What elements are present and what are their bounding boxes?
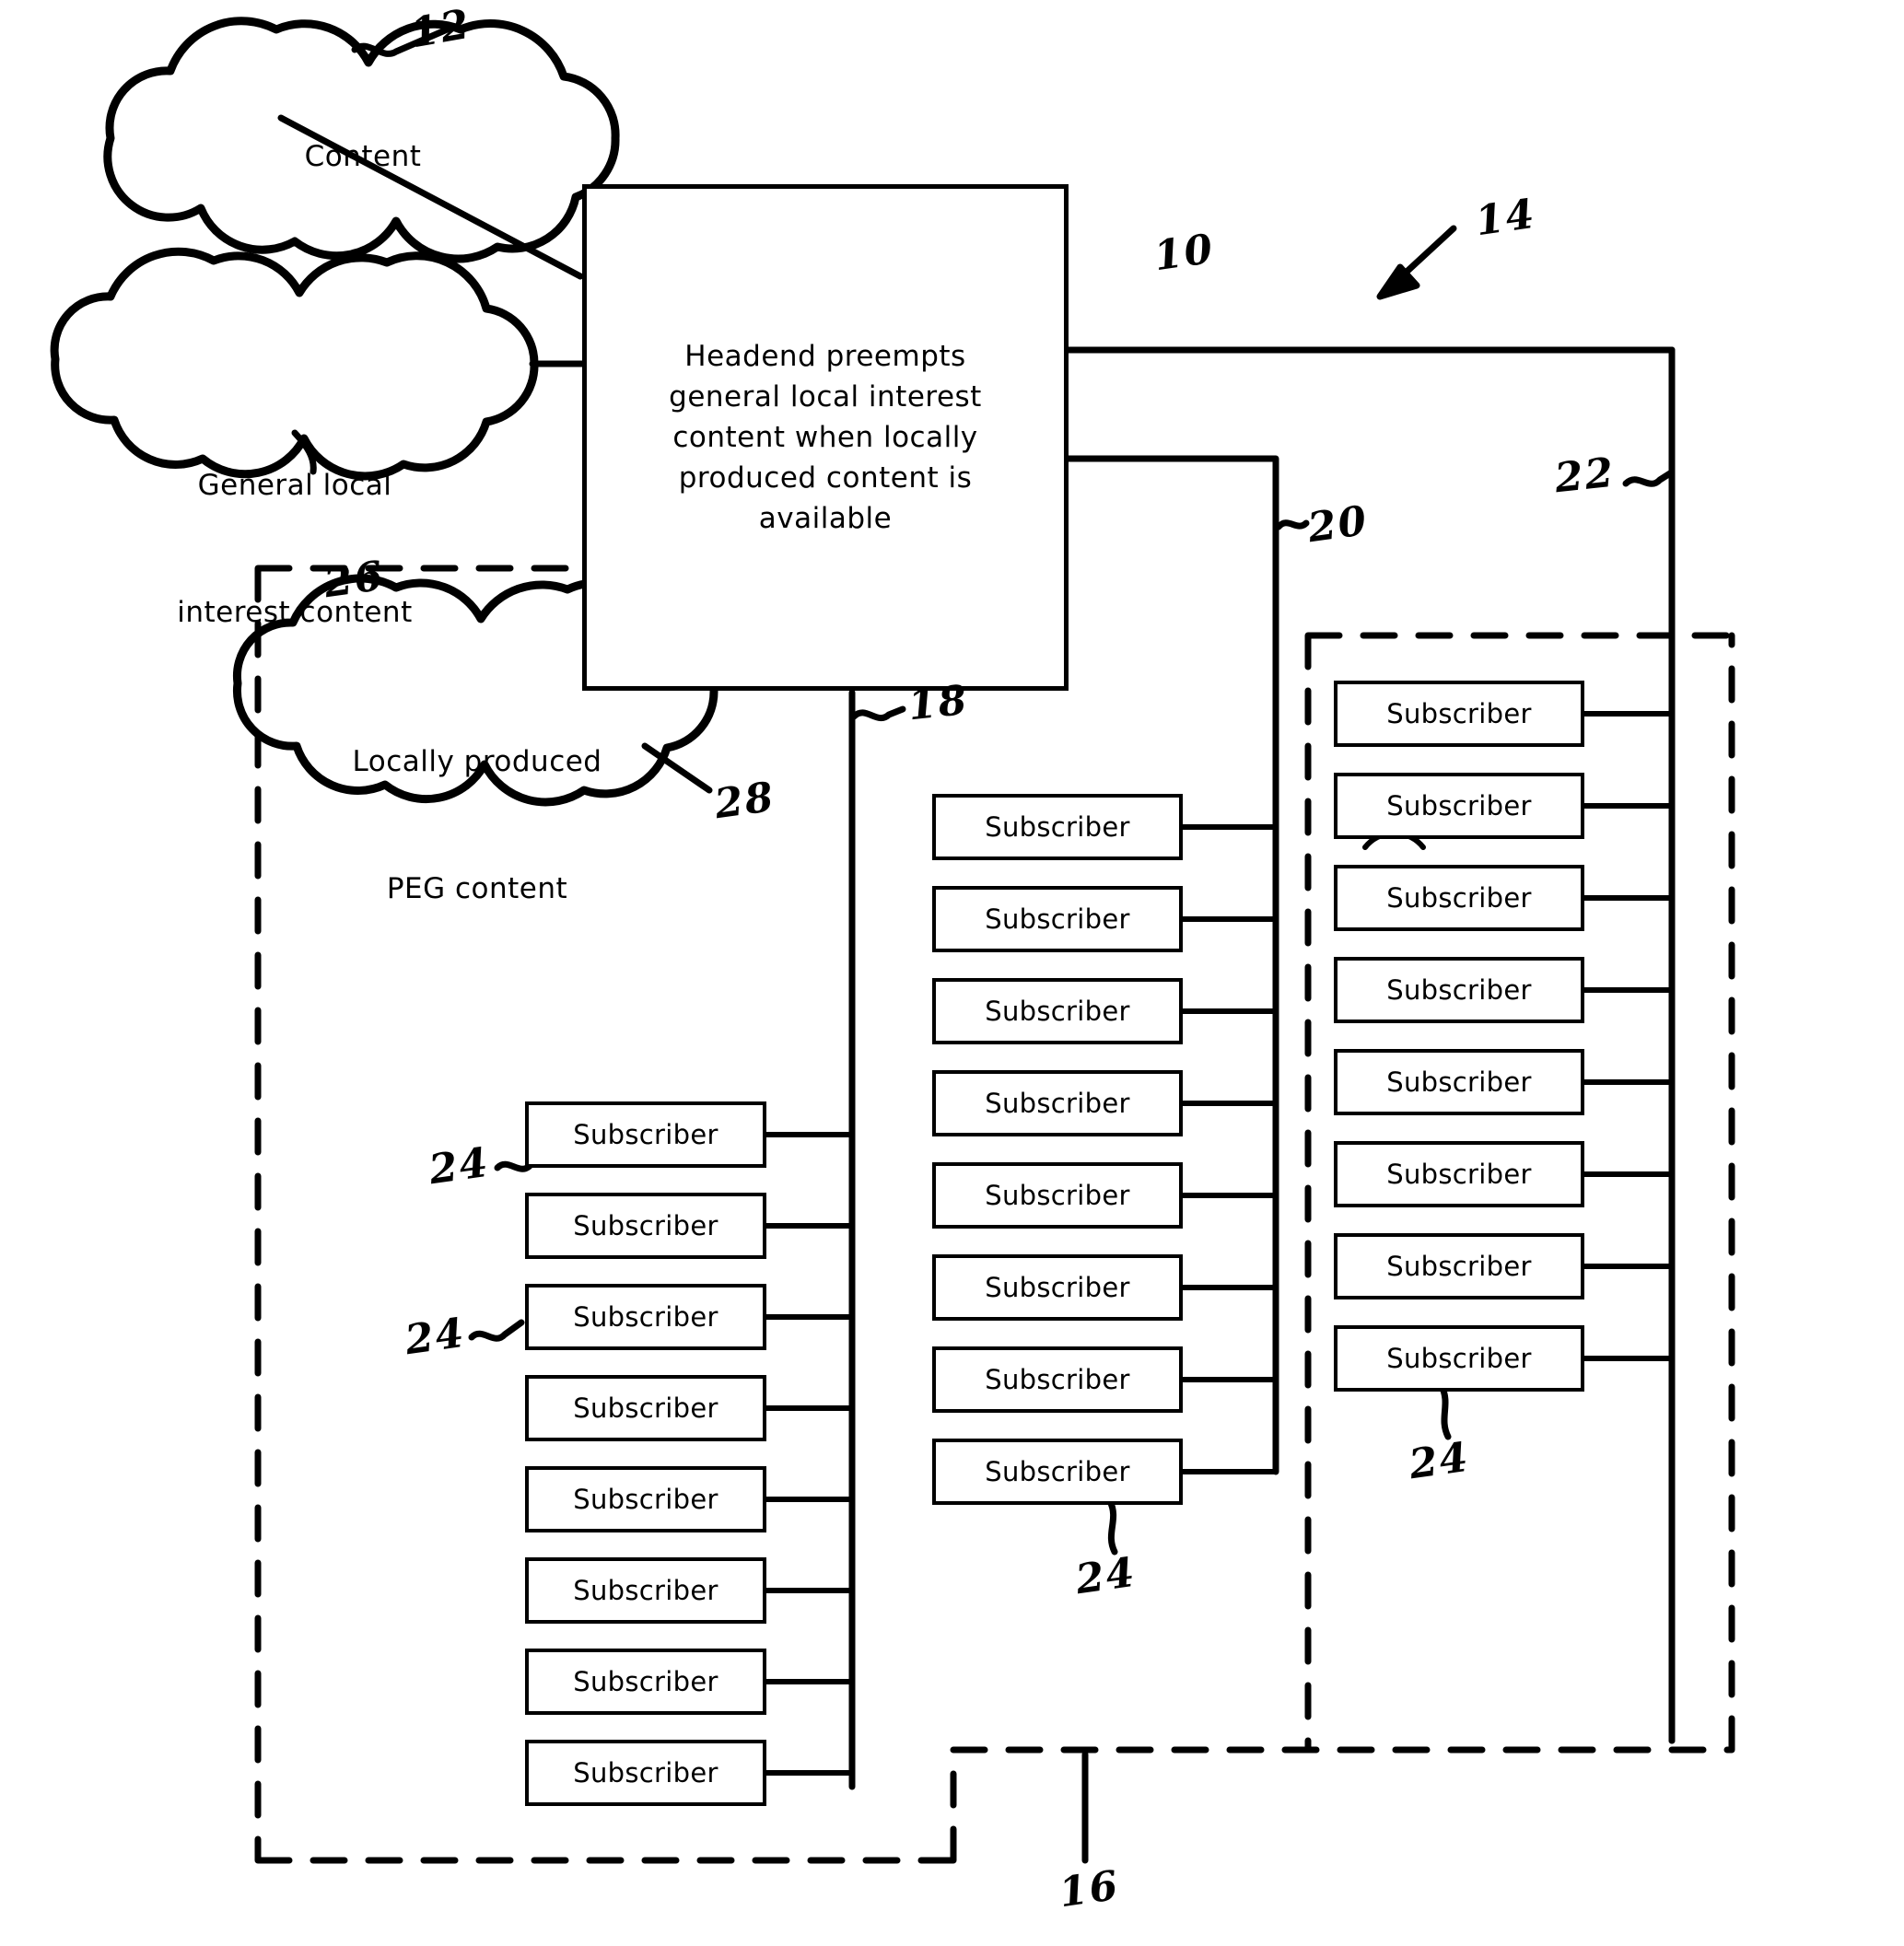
- middle-subscriber-6[interactable]: Subscriber: [932, 1254, 1183, 1321]
- left-subscriber-3[interactable]: Subscriber: [525, 1284, 766, 1350]
- ref-numeral-24-left-2: 24: [402, 1309, 469, 1365]
- middle-subscriber-1[interactable]: Subscriber: [932, 794, 1183, 860]
- ref-24-right-leader: [1438, 1382, 1452, 1440]
- subscriber-label: Subscriber: [573, 1666, 718, 1697]
- right-subscriber-7[interactable]: Subscriber: [1334, 1233, 1584, 1299]
- ref-numeral-20: 20: [1304, 496, 1372, 553]
- right-subscriber-1[interactable]: Subscriber: [1334, 681, 1584, 747]
- headend-line-4: produced content is: [678, 461, 973, 495]
- right-subscriber-4[interactable]: Subscriber: [1334, 957, 1584, 1023]
- left-subscriber-5[interactable]: Subscriber: [525, 1466, 766, 1532]
- middle-subscriber-3[interactable]: Subscriber: [932, 978, 1183, 1044]
- middle-subscriber-2[interactable]: Subscriber: [932, 886, 1183, 952]
- subscriber-label: Subscriber: [1386, 882, 1532, 914]
- right-subscriber-6[interactable]: Subscriber: [1334, 1141, 1584, 1207]
- subscriber-label: Subscriber: [1386, 1251, 1532, 1282]
- left-subscriber-2[interactable]: Subscriber: [525, 1193, 766, 1259]
- middle-subscriber-7[interactable]: Subscriber: [932, 1346, 1183, 1413]
- ref-numeral-24-left-1: 24: [426, 1138, 493, 1194]
- ref-numeral-24-right: 24: [1406, 1433, 1473, 1489]
- subscriber-label: Subscriber: [573, 1484, 718, 1515]
- left-subscriber-7[interactable]: Subscriber: [525, 1649, 766, 1715]
- subscriber-label: Subscriber: [985, 811, 1130, 843]
- subscriber-label: Subscriber: [1386, 790, 1532, 822]
- subscriber-label: Subscriber: [985, 1088, 1130, 1119]
- right-subscriber-5[interactable]: Subscriber: [1334, 1049, 1584, 1115]
- peg-cloud-label-line2: PEG content: [386, 872, 568, 905]
- subscriber-label: Subscriber: [1386, 698, 1532, 729]
- ref-numeral-24-middle: 24: [1072, 1548, 1139, 1604]
- left-subscriber-6[interactable]: Subscriber: [525, 1557, 766, 1624]
- subscriber-label: Subscriber: [985, 903, 1130, 935]
- ref-numeral-28: 28: [711, 773, 778, 829]
- subscriber-label: Subscriber: [985, 1364, 1130, 1395]
- ref-numeral-26: 26: [321, 552, 388, 608]
- subscriber-label: Subscriber: [985, 1456, 1130, 1487]
- right-subscriber-8[interactable]: Subscriber: [1334, 1325, 1584, 1392]
- subscriber-label: Subscriber: [985, 1272, 1130, 1303]
- subscriber-label: Subscriber: [1386, 1159, 1532, 1190]
- ref-24-mid-leader: [1106, 1497, 1118, 1556]
- ref-numeral-14: 14: [1472, 190, 1539, 246]
- headend-box-text: Headend preempts general local interest …: [609, 336, 1042, 539]
- subscriber-label: Subscriber: [985, 1180, 1130, 1211]
- subscriber-label: Subscriber: [573, 1119, 718, 1150]
- figure-canvas: Headend preempts general local interest …: [0, 0, 1904, 1946]
- subscriber-label: Subscriber: [573, 1392, 718, 1424]
- headend-line-2: general local interest: [669, 380, 982, 414]
- left-subscriber-1[interactable]: Subscriber: [525, 1101, 766, 1168]
- subscriber-label: Subscriber: [1386, 974, 1532, 1006]
- left-subscriber-4[interactable]: Subscriber: [525, 1375, 766, 1441]
- subscriber-label: Subscriber: [573, 1575, 718, 1606]
- headend-line-1: Headend preempts: [684, 340, 966, 373]
- middle-subscriber-5[interactable]: Subscriber: [932, 1162, 1183, 1229]
- ref-numeral-10: 10: [1151, 225, 1218, 281]
- ref-24-left-leader-2: [468, 1319, 525, 1342]
- headend-box[interactable]: Headend preempts general local interest …: [582, 184, 1069, 691]
- ref-numeral-22: 22: [1552, 449, 1618, 503]
- middle-subscriber-8[interactable]: Subscriber: [932, 1439, 1183, 1505]
- headend-line-5: available: [758, 502, 893, 535]
- subscriber-label: Subscriber: [573, 1210, 718, 1241]
- ref-20-leader: [1275, 519, 1310, 530]
- subscriber-label: Subscriber: [573, 1301, 718, 1333]
- subscriber-label: Subscriber: [573, 1757, 718, 1789]
- general-cloud-label-line2: interest content: [177, 596, 413, 629]
- peg-cloud-label: Locally produced PEG content: [284, 656, 671, 995]
- ref-22-leader: [1622, 470, 1674, 487]
- middle-subscriber-4[interactable]: Subscriber: [932, 1070, 1183, 1136]
- general-cloud-label-line1: General local: [197, 469, 392, 502]
- subscriber-label: Subscriber: [985, 996, 1130, 1027]
- subscriber-label: Subscriber: [1386, 1343, 1532, 1374]
- subscriber-label: Subscriber: [1386, 1066, 1532, 1098]
- headend-line-3: content when locally: [672, 421, 978, 454]
- left-subscriber-8[interactable]: Subscriber: [525, 1740, 766, 1806]
- peg-cloud-label-line1: Locally produced: [352, 745, 602, 778]
- right-subscriber-2[interactable]: Subscriber: [1334, 773, 1584, 839]
- ref-numeral-12: 12: [406, 0, 475, 58]
- content-cloud-label: Content: [304, 140, 422, 173]
- ref-numeral-16: 16: [1056, 1861, 1123, 1917]
- right-subscriber-3[interactable]: Subscriber: [1334, 865, 1584, 931]
- ref-18-leader: [850, 705, 906, 722]
- ref-numeral-18: 18: [905, 676, 971, 730]
